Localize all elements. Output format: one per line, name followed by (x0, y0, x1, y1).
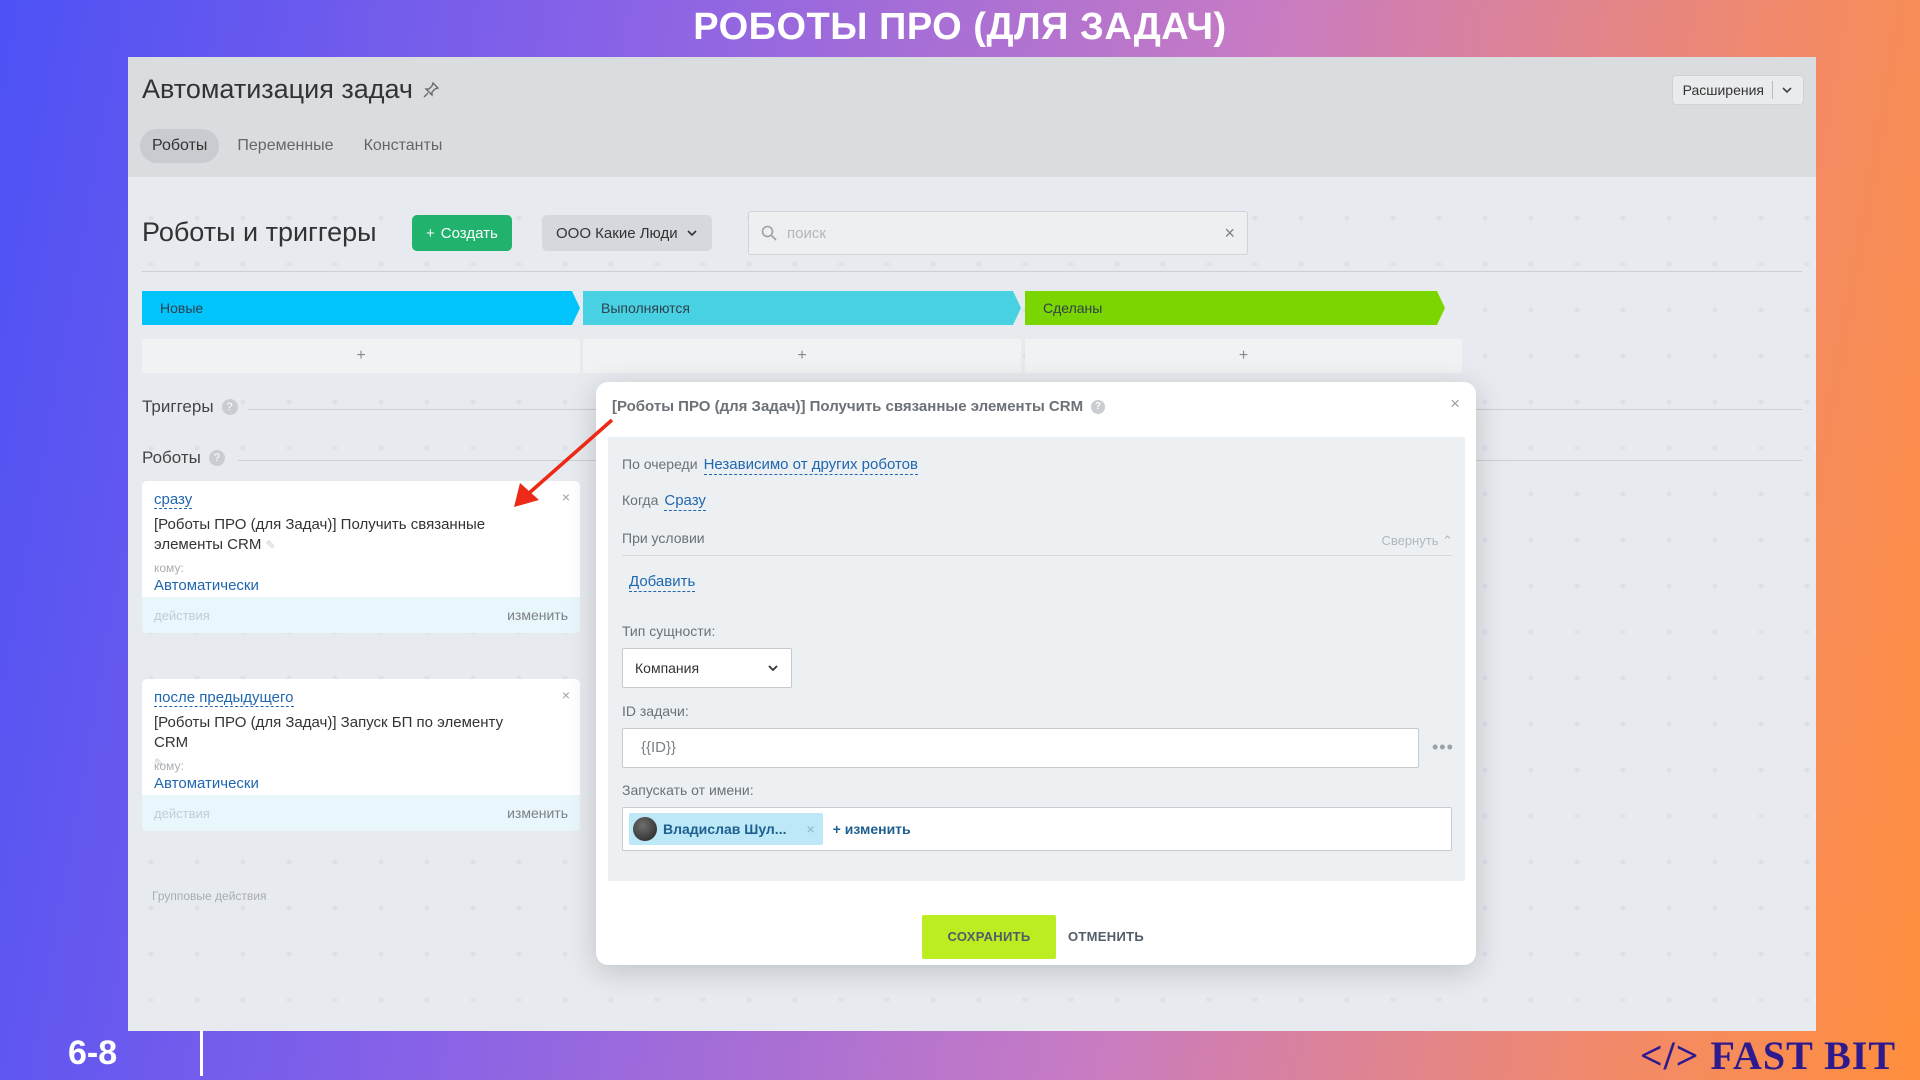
app-screen: Автоматизация задач Расширения Роботы Пе… (128, 57, 1816, 1031)
slide-number: 6-8 (68, 1034, 118, 1072)
brand-logo: </> FAST BIT (1639, 1033, 1896, 1078)
annotation-arrow-icon (514, 418, 614, 507)
divider (200, 1030, 203, 1076)
slide-title: РОБОТЫ ПРО (ДЛЯ ЗАДАЧ) (693, 6, 1227, 48)
